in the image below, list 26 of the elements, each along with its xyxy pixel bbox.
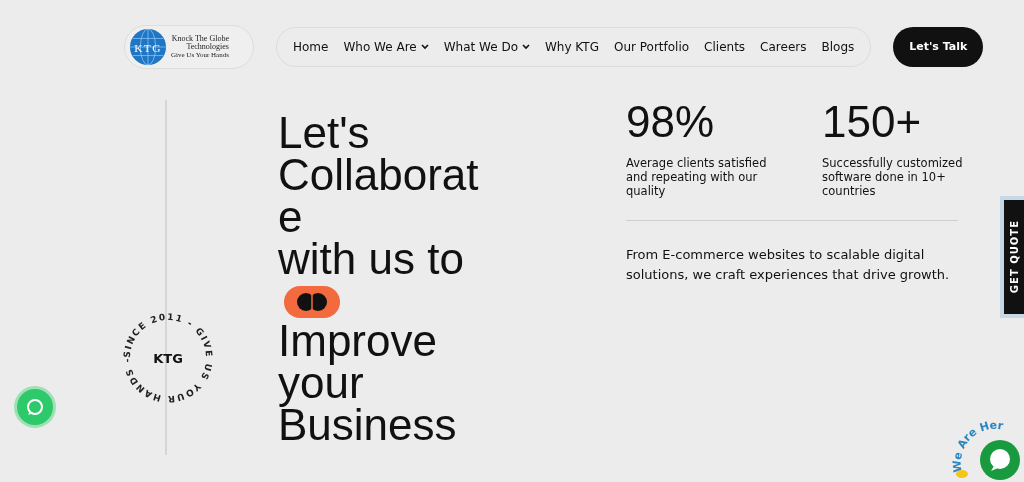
headline-line: Let's <box>278 112 371 154</box>
nav-link[interactable]: Clients <box>704 38 746 56</box>
stat-caption: Average clients satisfied and repeating with our quality <box>626 156 768 198</box>
logo-text: Technologies <box>185 43 229 52</box>
intro-paragraph: From E-commerce websites to scalable digital solutions, we craft experiences that drive growth. <box>626 246 951 284</box>
nav-link[interactable]: Who We Are <box>343 38 429 56</box>
stat-value: 98% <box>626 98 716 146</box>
nav-link[interactable]: Why KTG <box>545 38 599 56</box>
nav-link[interactable]: Blogs <box>821 38 855 56</box>
headline-line: e <box>278 196 304 238</box>
nav-link[interactable]: Careers <box>760 38 807 56</box>
stat-caption: Successfully customized software done in 10+ countries <box>822 156 964 198</box>
stat-value: 150+ <box>822 98 923 146</box>
lets-talk-button[interactable]: Let's Talk <box>893 27 984 67</box>
nav-link[interactable]: Home <box>293 38 329 56</box>
whatsapp-icon <box>25 397 45 417</box>
badge-monogram: KTG <box>153 351 183 366</box>
nav-link[interactable]: Our Portfolio <box>613 38 690 56</box>
get-quote-tab[interactable]: GET QUOTE <box>1000 196 1024 318</box>
headline-line: with us to <box>278 238 465 280</box>
headline-line: Collaborat <box>278 154 480 196</box>
globe-icon: KTG <box>129 28 167 66</box>
whatsapp-button[interactable] <box>14 386 56 428</box>
overlapping-circles-icon <box>284 286 340 318</box>
logo-text: Knock The Globe <box>171 34 229 43</box>
nav-link[interactable]: What We Do <box>443 38 530 56</box>
